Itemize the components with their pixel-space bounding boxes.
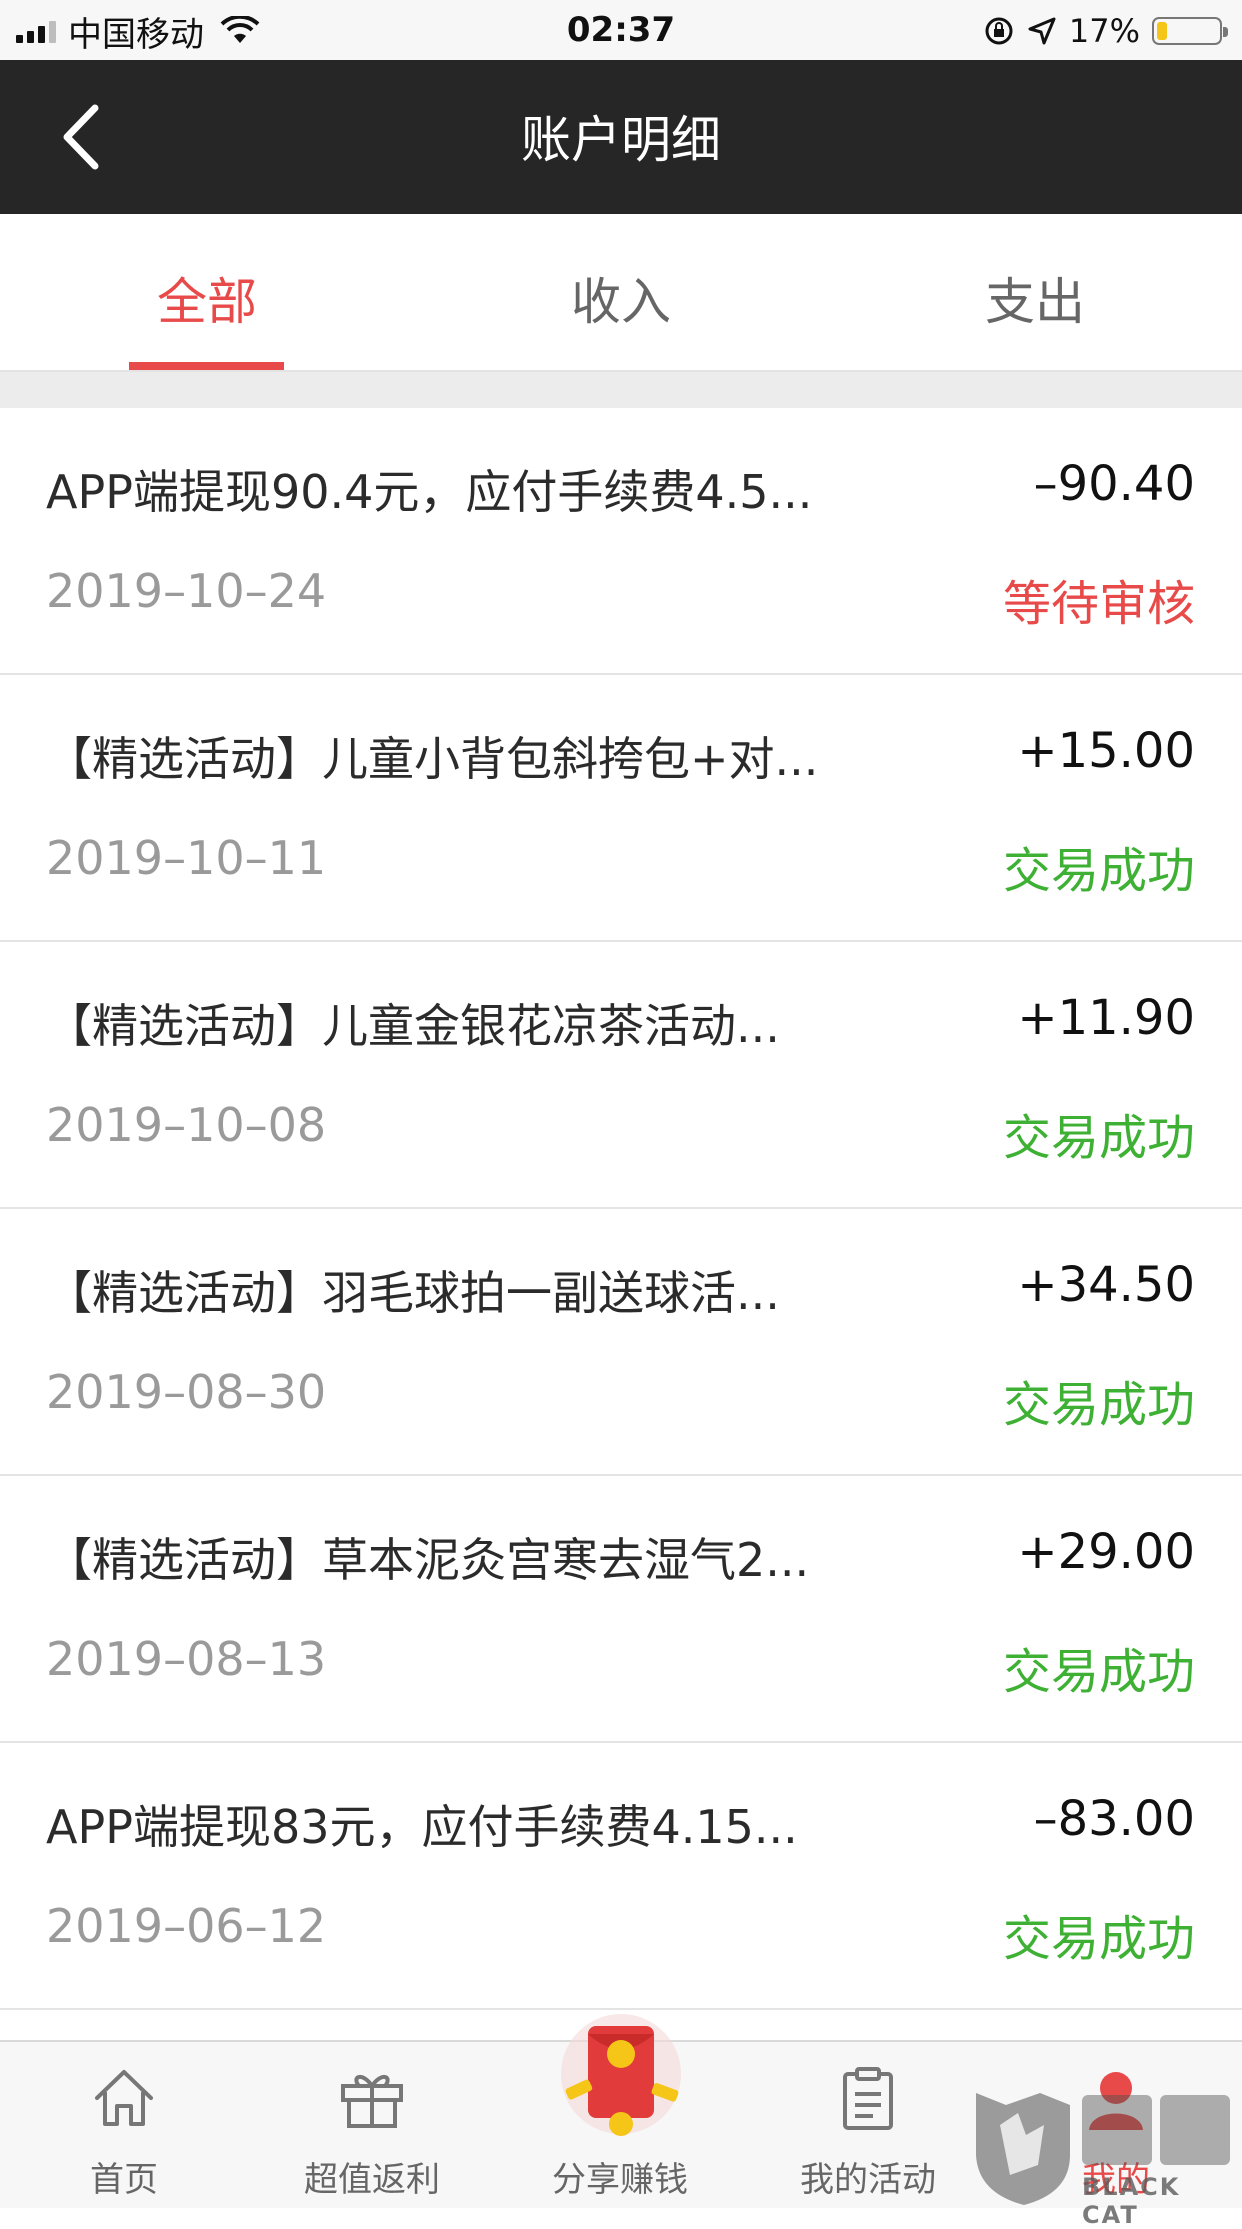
tabbar-label: 首页: [90, 2160, 158, 2200]
tabbar-share[interactable]: 分享赚钱: [496, 2014, 744, 2210]
tab-all[interactable]: 全部: [0, 262, 414, 334]
record-row[interactable]: APP端提现90.4元，应付手续费4.5... –90.40 2019–10–2…: [0, 408, 1242, 675]
section-divider: [0, 372, 1242, 408]
record-amount: –83.00: [1033, 1791, 1195, 1847]
status-right: 17%: [983, 10, 1228, 52]
tabbar-home[interactable]: 首页: [0, 2042, 248, 2210]
record-date: 2019–10–08: [46, 1098, 327, 1152]
record-row[interactable]: APP端提现83元，应付手续费4.15... –83.00 2019–06–12…: [0, 1743, 1242, 2010]
status-bar: 中国移动 02:37 17%: [0, 0, 1242, 60]
tabbar-rebate[interactable]: 超值返利: [248, 2042, 496, 2210]
record-status: 交易成功: [1002, 1377, 1195, 1433]
tabbar-label: 超值返利: [304, 2160, 440, 2200]
record-date: 2019–08–30: [46, 1365, 327, 1419]
record-amount: +11.90: [1017, 990, 1195, 1046]
nav-bar: 账户明细: [0, 60, 1242, 214]
record-amount: –90.40: [1033, 456, 1195, 512]
location-arrow-icon: [1028, 17, 1056, 45]
tabbar-profile[interactable]: 我的: [992, 2042, 1240, 2210]
record-status: 交易成功: [1002, 843, 1195, 899]
tabbar-label: 我的: [1082, 2160, 1150, 2200]
battery-fill: [1157, 22, 1167, 40]
red-envelope-icon: [561, 2014, 681, 2136]
record-date: 2019–10–24: [46, 564, 327, 618]
tab-income[interactable]: 收入: [414, 262, 828, 334]
record-description: 【精选活动】羽毛球拍一副送球活...: [46, 1266, 780, 1320]
record-row[interactable]: 【精选活动】羽毛球拍一副送球活... +34.50 2019–08–30 交易成…: [0, 1209, 1242, 1476]
tab-expense[interactable]: 支出: [828, 262, 1242, 334]
record-date: 2019–06–12: [46, 1899, 327, 1953]
record-date: 2019–08–13: [46, 1632, 327, 1686]
record-amount: +29.00: [1017, 1524, 1195, 1580]
bottom-tab-bar: 首页 超值返利 分享赚钱 我的活动 我的: [0, 2014, 1242, 2210]
profile-icon: [1089, 2072, 1143, 2130]
record-date: 2019–10–11: [46, 831, 327, 885]
home-icon: [95, 2070, 153, 2126]
clipboard-icon: [843, 2067, 893, 2130]
filter-tabs: 全部 收入 支出: [0, 214, 1242, 372]
rotation-lock-icon: [985, 17, 1013, 45]
battery-icon: [1152, 17, 1228, 45]
record-amount: +15.00: [1017, 723, 1195, 779]
record-row[interactable]: 【精选活动】儿童金银花凉茶活动... +11.90 2019–10–08 交易成…: [0, 942, 1242, 1209]
tabbar-label: 我的活动: [800, 2160, 936, 2200]
battery-percent: 17%: [1068, 12, 1140, 50]
record-row[interactable]: 【精选活动】草本泥灸宫寒去湿气2... +29.00 2019–08–13 交易…: [0, 1476, 1242, 1743]
active-tab-indicator: [129, 362, 284, 370]
record-description: 【精选活动】草本泥灸宫寒去湿气2...: [46, 1533, 810, 1587]
tabbar-label: 分享赚钱: [552, 2160, 688, 2200]
record-description: 【精选活动】儿童金银花凉茶活动...: [46, 999, 780, 1053]
record-description: 【精选活动】儿童小背包斜挎包+对...: [46, 732, 819, 786]
record-status: 等待审核: [1002, 576, 1195, 632]
page-title: 账户明细: [521, 111, 721, 169]
tabbar-my-activities[interactable]: 我的活动: [744, 2042, 992, 2210]
record-description: APP端提现90.4元，应付手续费4.5...: [46, 465, 813, 519]
record-amount: +34.50: [1017, 1257, 1195, 1313]
record-status: 交易成功: [1002, 1644, 1195, 1700]
record-status: 交易成功: [1002, 1110, 1195, 1166]
record-description: APP端提现83元，应付手续费4.15...: [46, 1800, 798, 1854]
gift-icon: [341, 2075, 403, 2128]
record-status: 交易成功: [1002, 1911, 1195, 1967]
record-row[interactable]: 【精选活动】儿童小背包斜挎包+对... +15.00 2019–10–11 交易…: [0, 675, 1242, 942]
